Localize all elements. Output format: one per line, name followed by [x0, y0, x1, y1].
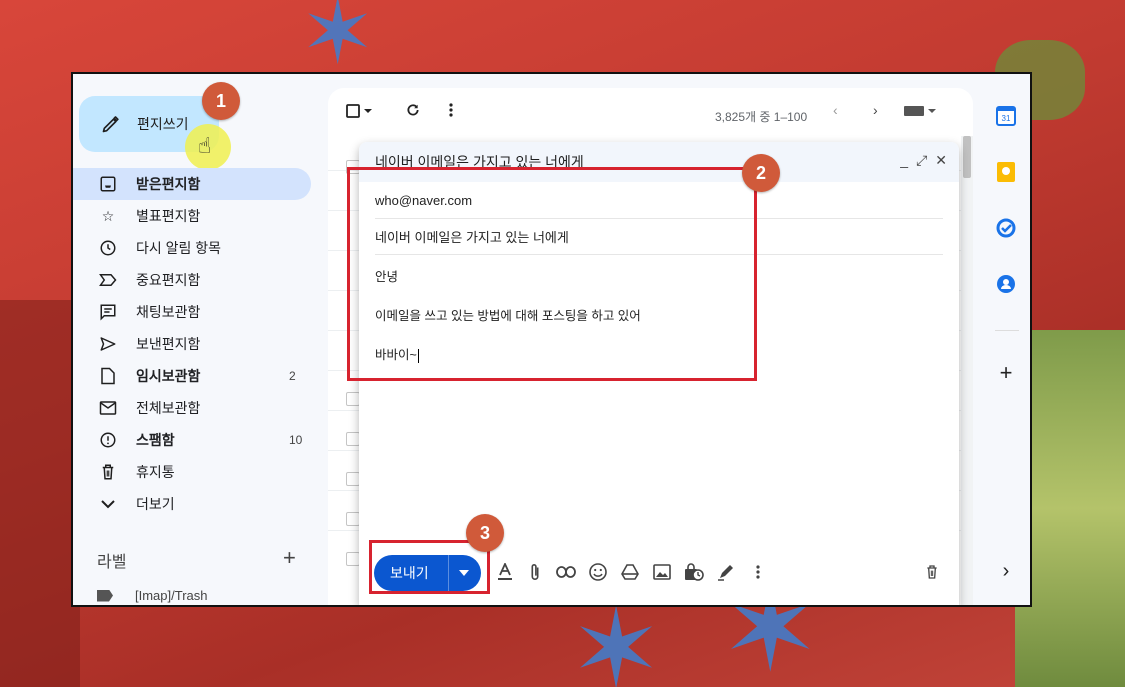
svg-text:31: 31 [1002, 114, 1011, 123]
sidebar-item-label: 다시 알림 항목 [136, 240, 222, 256]
insert-photo-icon[interactable] [651, 561, 673, 583]
label-tag-icon [97, 589, 113, 602]
select-all-checkbox[interactable] [346, 104, 374, 121]
add-addon-icon[interactable]: + [994, 360, 1018, 385]
sidebar-item-count: 2 [289, 369, 296, 383]
next-page-icon[interactable]: › [873, 102, 878, 118]
hand-cursor-icon: ☝ [198, 133, 212, 158]
sidebar-item-label: 별표편지함 [136, 208, 201, 224]
sidebar-item-count: 10 [289, 433, 303, 447]
keep-icon[interactable] [994, 160, 1018, 184]
important-icon [98, 273, 118, 287]
compose-label: 편지쓰기 [137, 116, 189, 132]
add-label-button[interactable]: + [283, 545, 296, 571]
expand-panel-icon[interactable]: › [994, 559, 1018, 583]
link-icon[interactable] [555, 561, 577, 583]
step-badge-3: 3 [466, 514, 504, 552]
chevron-down-icon [98, 499, 118, 509]
minimize-button[interactable]: _ [900, 152, 908, 169]
drive-icon[interactable] [619, 561, 641, 583]
contacts-icon[interactable] [994, 272, 1018, 296]
keyboard-input-icon[interactable] [903, 104, 937, 120]
annotation-box-content [347, 167, 757, 381]
sidebar-item-starred[interactable]: ☆ 별표편지함 [73, 200, 313, 232]
step-badge-1: 1 [202, 82, 240, 120]
sidebar-item-label: 전체보관함 [136, 400, 201, 416]
clock-icon [98, 239, 118, 257]
sidebar-item-label: 중요편지함 [136, 272, 201, 288]
mail-icon [98, 400, 118, 416]
sidebar-item-snoozed[interactable]: 다시 알림 항목 [73, 232, 313, 264]
sidebar-item-more[interactable]: 더보기 [73, 488, 313, 520]
sidebar-item-drafts[interactable]: 임시보관함 2 [73, 360, 313, 392]
sidebar-item-chats[interactable]: 채팅보관함 [73, 296, 313, 328]
labels-heading: 라벨 [97, 554, 127, 571]
more-options-icon[interactable] [747, 561, 769, 583]
confidential-mode-icon[interactable] [683, 561, 705, 583]
inbox-icon [98, 175, 118, 193]
list-toolbar: 3,825개 중 1–100 ‹ › [328, 88, 973, 134]
fullscreen-button[interactable]: ⤢ [916, 152, 927, 169]
sidebar-item-spam[interactable]: 스팸함 10 [73, 424, 313, 456]
star-icon: ☆ [101, 207, 115, 224]
sidebar-item-label: 받은편지함 [136, 176, 201, 192]
pencil-icon [99, 112, 123, 136]
list-scrollbar[interactable] [961, 136, 973, 605]
sidebar-item-label: 보낸편지함 [136, 336, 201, 352]
discard-draft-icon[interactable] [921, 561, 943, 583]
emoji-icon[interactable] [587, 561, 609, 583]
tasks-icon[interactable] [994, 216, 1018, 240]
label-item[interactable]: [Imap]/Trash [97, 588, 207, 603]
chat-icon [98, 303, 118, 321]
step-badge-2: 2 [742, 154, 780, 192]
sidebar-item-label: 임시보관함 [136, 368, 201, 384]
sidebar-item-label: 더보기 [136, 496, 175, 512]
sidebar-item-label: 스팸함 [136, 432, 175, 448]
sidebar-item-trash[interactable]: 휴지통 [73, 456, 313, 488]
sidebar-item-important[interactable]: 중요편지함 [73, 264, 313, 296]
sidebar-item-label: 휴지통 [136, 464, 175, 480]
pagination-range: 3,825개 중 1–100 [715, 110, 808, 124]
sidebar-item-all-mail[interactable]: 전체보관함 [73, 392, 313, 424]
gmail-window: 편지쓰기 ☝ 받은편지함 ☆ 별표편지함 다시 알림 항목 중요편지함 채팅보관… [71, 72, 1032, 607]
sidebar-item-inbox[interactable]: 받은편지함 [73, 168, 311, 200]
sidebar-item-sent[interactable]: 보낸편지함 [73, 328, 313, 360]
calendar-icon[interactable]: 31 [994, 104, 1018, 128]
prev-page-icon[interactable]: ‹ [833, 102, 838, 118]
right-side-panel: 31 + › [985, 74, 1030, 605]
formatting-icon[interactable] [494, 561, 516, 583]
attach-icon[interactable] [524, 561, 546, 583]
more-options-icon[interactable] [449, 103, 453, 120]
trash-icon [98, 463, 118, 481]
annotation-box-send [369, 540, 490, 594]
signature-icon[interactable] [715, 561, 737, 583]
refresh-icon[interactable] [406, 103, 420, 120]
sidebar-nav: 받은편지함 ☆ 별표편지함 다시 알림 항목 중요편지함 채팅보관함 보낸편지함… [73, 168, 313, 520]
label-item-text: [Imap]/Trash [135, 588, 208, 603]
draft-icon [98, 367, 118, 385]
close-button[interactable]: ✕ [935, 152, 947, 169]
send-icon [98, 335, 118, 353]
sidebar-item-label: 채팅보관함 [136, 304, 201, 320]
spam-icon [98, 431, 118, 449]
